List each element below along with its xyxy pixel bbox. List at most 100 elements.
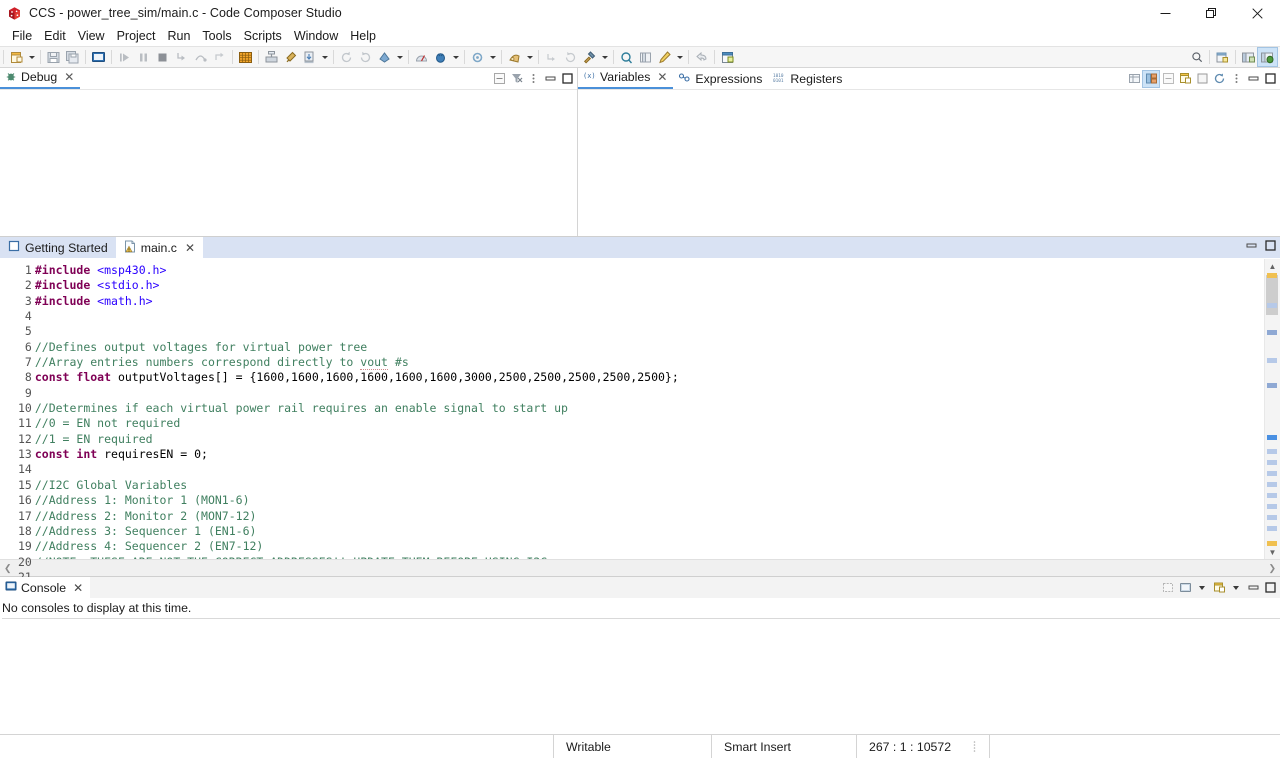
menu-file[interactable]: File xyxy=(6,28,38,45)
memory-browser-icon[interactable] xyxy=(262,48,281,66)
perspective-ccs-edit-icon[interactable] xyxy=(1239,48,1258,66)
collapse-all-icon[interactable] xyxy=(491,71,507,87)
menu-scripts[interactable]: Scripts xyxy=(238,28,288,45)
tab-debug[interactable]: Debug ✕ xyxy=(0,67,80,89)
refresh-icon[interactable] xyxy=(1211,71,1227,87)
close-icon[interactable] xyxy=(1234,0,1280,26)
step-return-icon[interactable] xyxy=(210,48,229,66)
menu-project[interactable]: Project xyxy=(111,28,162,45)
view-menu-icon[interactable] xyxy=(1228,71,1244,87)
code-line[interactable]: //Address 4: Sequencer 2 (EN7-12) xyxy=(35,539,1264,554)
overview-ruler-marker[interactable] xyxy=(1267,358,1277,363)
show-logical-structure-icon[interactable] xyxy=(1143,71,1159,87)
code-line[interactable]: //Address 3: Sequencer 1 (EN1-6) xyxy=(35,524,1264,539)
console-body[interactable]: No consoles to display at this time. xyxy=(0,598,1280,734)
overview-ruler-marker[interactable] xyxy=(1267,383,1277,388)
overview-ruler-marker[interactable] xyxy=(1267,330,1277,335)
new-file-icon[interactable] xyxy=(7,48,26,66)
tab-main-c[interactable]: main.c ✕ xyxy=(116,237,203,258)
debug-launch-icon[interactable] xyxy=(431,48,450,66)
new-file-dropdown-icon[interactable] xyxy=(26,48,37,66)
code-line[interactable] xyxy=(35,386,1264,401)
restore-icon[interactable] xyxy=(1188,0,1234,26)
tab-registers[interactable]: 10100101 Registers xyxy=(768,69,848,89)
code-line[interactable] xyxy=(35,462,1264,477)
close-icon[interactable]: ✕ xyxy=(73,581,83,595)
clock-enable-icon[interactable] xyxy=(375,48,394,66)
overview-ruler-marker[interactable] xyxy=(1267,435,1277,440)
suspend-icon[interactable] xyxy=(134,48,153,66)
new-console-view-icon[interactable] xyxy=(1211,580,1227,596)
grid-table-icon[interactable] xyxy=(236,48,255,66)
editor-overview-ruler[interactable] xyxy=(1266,273,1279,545)
display-selected-console-icon[interactable] xyxy=(1177,580,1193,596)
load-program-icon[interactable] xyxy=(300,48,319,66)
build-all-dropdown-icon[interactable] xyxy=(487,48,498,66)
new-window-icon[interactable] xyxy=(718,48,737,66)
resume-icon[interactable] xyxy=(115,48,134,66)
code-line[interactable]: const int requiresEN = 0; xyxy=(35,447,1264,462)
maximize-view-icon[interactable] xyxy=(1264,239,1277,255)
scroll-up-arrow-icon[interactable]: ▲ xyxy=(1265,259,1280,273)
collapse-all-icon[interactable] xyxy=(1160,71,1176,87)
minimize-view-icon[interactable] xyxy=(1245,239,1258,255)
overview-ruler-marker[interactable] xyxy=(1267,273,1277,278)
code-line[interactable]: //Determines if each virtual power rail … xyxy=(35,401,1264,416)
build-all-icon[interactable] xyxy=(468,48,487,66)
run-dropdown-icon[interactable] xyxy=(524,48,535,66)
highlight-pen-dropdown-icon[interactable] xyxy=(674,48,685,66)
overview-ruler-marker[interactable] xyxy=(1267,482,1277,487)
overview-ruler-marker[interactable] xyxy=(1267,493,1277,498)
profile-icon[interactable] xyxy=(412,48,431,66)
save-all-icon[interactable] xyxy=(63,48,82,66)
close-icon[interactable]: ✕ xyxy=(185,241,195,255)
minimize-view-icon[interactable] xyxy=(1245,580,1261,596)
menu-view[interactable]: View xyxy=(72,28,111,45)
new-console-dropdown-icon[interactable] xyxy=(1228,580,1244,596)
debug-view-body[interactable] xyxy=(0,89,577,236)
reset-icon[interactable] xyxy=(356,48,375,66)
editor-horizontal-scrollbar[interactable]: ❮ ❯ xyxy=(0,559,1280,576)
tab-console[interactable]: Console ✕ xyxy=(0,577,90,598)
code-line[interactable]: #include <stdio.h> xyxy=(35,278,1264,293)
code-line[interactable]: //Array entries numbers correspond direc… xyxy=(35,355,1264,370)
step-over-icon[interactable] xyxy=(191,48,210,66)
menu-run[interactable]: Run xyxy=(161,28,196,45)
tab-variables[interactable]: (x)= Variables ✕ xyxy=(578,67,673,89)
open-resource-icon[interactable] xyxy=(636,48,655,66)
overview-ruler-marker[interactable] xyxy=(1267,303,1277,308)
overview-ruler-marker[interactable] xyxy=(1267,526,1277,531)
code-editor[interactable]: 123456789101112131415161718192021 #inclu… xyxy=(0,258,1280,559)
open-console-icon[interactable] xyxy=(1160,580,1176,596)
rebuild-icon[interactable] xyxy=(561,48,580,66)
tab-getting-started[interactable]: Getting Started xyxy=(0,237,116,258)
add-new-expression-icon[interactable] xyxy=(1177,71,1193,87)
build-hammer-dropdown-icon[interactable] xyxy=(599,48,610,66)
menu-edit[interactable]: Edit xyxy=(38,28,72,45)
code-line[interactable]: //Defines output voltages for virtual po… xyxy=(35,340,1264,355)
restart-icon[interactable] xyxy=(337,48,356,66)
code-line[interactable]: #include <msp430.h> xyxy=(35,263,1264,278)
code-line[interactable]: #include <math.h> xyxy=(35,294,1264,309)
maximize-view-icon[interactable] xyxy=(1262,71,1278,87)
build-hammer-icon[interactable] xyxy=(580,48,599,66)
overview-ruler-marker[interactable] xyxy=(1267,515,1277,520)
overview-ruler-marker[interactable] xyxy=(1267,504,1277,509)
menu-window[interactable]: Window xyxy=(288,28,344,45)
minimize-icon[interactable] xyxy=(1142,0,1188,26)
terminate-icon[interactable] xyxy=(153,48,172,66)
overview-ruler-marker[interactable] xyxy=(1267,460,1277,465)
code-line[interactable] xyxy=(35,309,1264,324)
pin-icon[interactable] xyxy=(281,48,300,66)
scroll-down-arrow-icon[interactable]: ▼ xyxy=(1265,545,1280,559)
menu-tools[interactable]: Tools xyxy=(196,28,237,45)
clock-enable-dropdown-icon[interactable] xyxy=(394,48,405,66)
scroll-left-arrow-icon[interactable]: ❮ xyxy=(4,563,12,574)
perspective-open-icon[interactable] xyxy=(1213,48,1232,66)
code-line[interactable]: //0 = EN not required xyxy=(35,416,1264,431)
code-line[interactable]: //NOTE: THESE ARE NOT THE CORRECT ADDRES… xyxy=(35,555,1264,559)
code-line[interactable]: //I2C Global Variables xyxy=(35,478,1264,493)
maximize-view-icon[interactable] xyxy=(1262,580,1278,596)
scroll-right-arrow-icon[interactable]: ❯ xyxy=(1268,563,1276,574)
step-forward-icon[interactable] xyxy=(542,48,561,66)
